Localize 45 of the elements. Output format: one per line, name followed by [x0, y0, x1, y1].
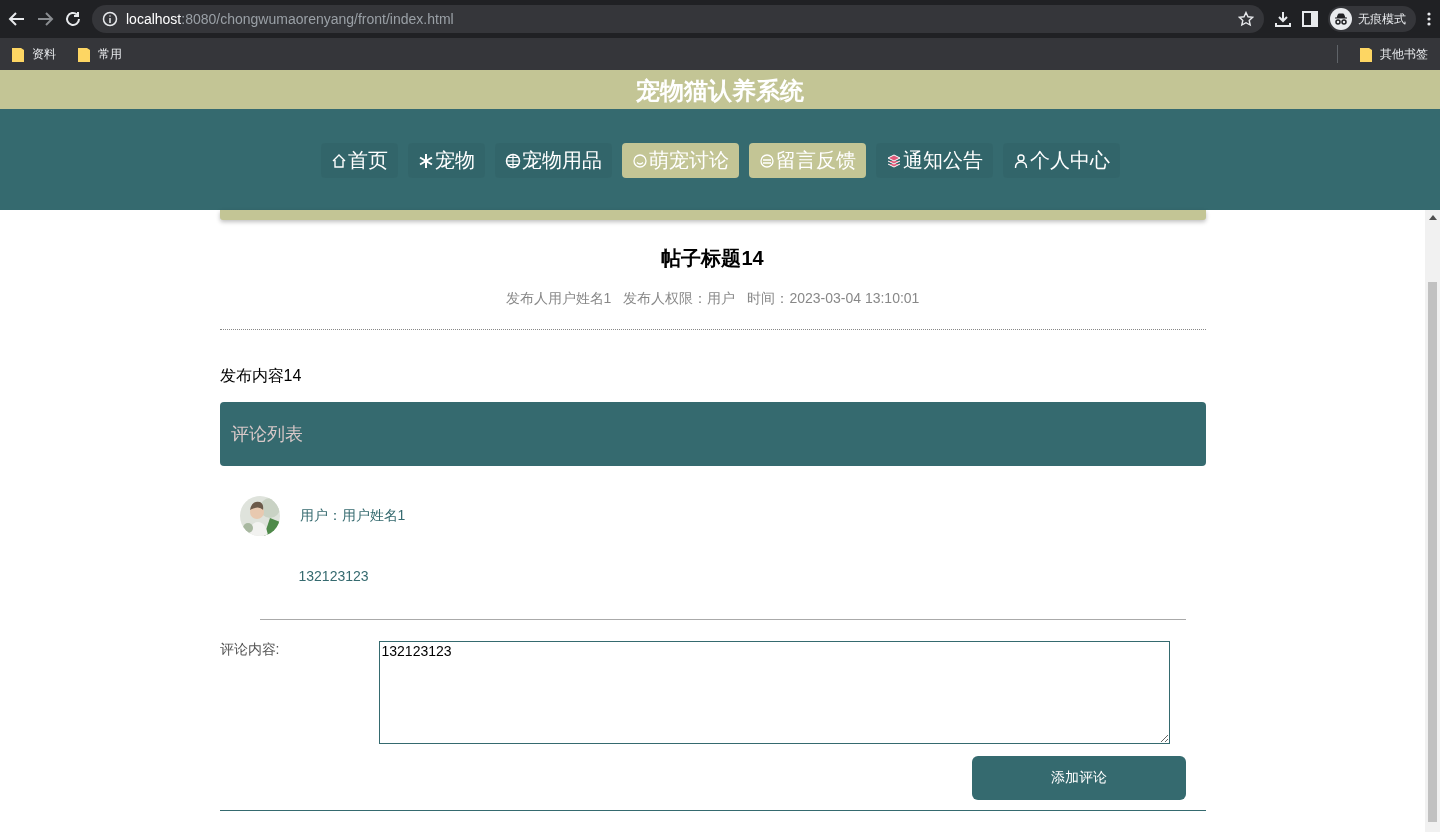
- comment-field[interactable]: 132123123: [378, 641, 1170, 744]
- globe-icon: [504, 152, 521, 169]
- comment-label: 评论内容:: [219, 641, 281, 659]
- scroll-up-icon[interactable]: [1428, 215, 1437, 220]
- menu-icon[interactable]: [1426, 11, 1432, 27]
- sidebar-icon[interactable]: [1302, 11, 1318, 27]
- circle-lines-icon: [758, 152, 775, 169]
- bookmark[interactable]: 其他书签: [1360, 45, 1428, 63]
- folder-icon: [12, 46, 24, 62]
- bookmark[interactable]: 资料: [12, 45, 56, 63]
- info-icon[interactable]: [102, 11, 118, 27]
- nav-tab[interactable]: 个人中心: [1002, 143, 1120, 178]
- comment-user: 用户：用户姓名1: [299, 507, 406, 525]
- nav-tab[interactable]: 首页: [320, 143, 398, 178]
- reload-icon[interactable]: [64, 10, 82, 28]
- home-icon: [330, 152, 347, 169]
- stack-icon: [885, 152, 902, 169]
- post-title: 帖子标题14: [660, 246, 765, 270]
- comments-heading: 评论列表: [230, 423, 303, 446]
- folder-icon: [1360, 46, 1372, 62]
- site-title: 宠物猫认养系统: [636, 76, 804, 106]
- profile-button[interactable]: 无痕模式: [1328, 6, 1416, 32]
- incognito-icon: [1330, 8, 1352, 30]
- address-bar[interactable]: localhost:8080/chongwumaorenyang/front/index.html: [92, 5, 1264, 33]
- post-time: 时间：2023-03-04 13:10:01: [747, 290, 920, 308]
- download-icon[interactable]: [1274, 10, 1292, 28]
- snowflake-icon: [417, 152, 434, 169]
- scrollbar-thumb[interactable]: [1428, 282, 1437, 822]
- person-icon: [1012, 152, 1029, 169]
- smiley-icon: [631, 152, 648, 169]
- comment-text: 132123123: [298, 568, 370, 584]
- nav-tab[interactable]: 宠物用品: [494, 143, 612, 178]
- forward-icon[interactable]: [36, 10, 54, 28]
- star-icon[interactable]: [1238, 11, 1254, 27]
- back-icon[interactable]: [8, 10, 26, 28]
- nav-tab[interactable]: 宠物: [407, 143, 485, 178]
- folder-icon: [78, 46, 90, 62]
- post-role: 发布人权限：用户: [623, 290, 736, 308]
- add-comment-button[interactable]: 添加评论: [971, 756, 1186, 800]
- scrollbar[interactable]: [1425, 210, 1440, 832]
- post-author: 发布人用户姓名1: [505, 290, 612, 308]
- url-text: localhost:8080/chongwumaorenyang/front/index.html: [126, 11, 454, 27]
- post-content: 发布内容14: [219, 366, 303, 386]
- bookmark[interactable]: 常用: [78, 45, 122, 63]
- nav-tab[interactable]: 通知公告: [875, 143, 993, 178]
